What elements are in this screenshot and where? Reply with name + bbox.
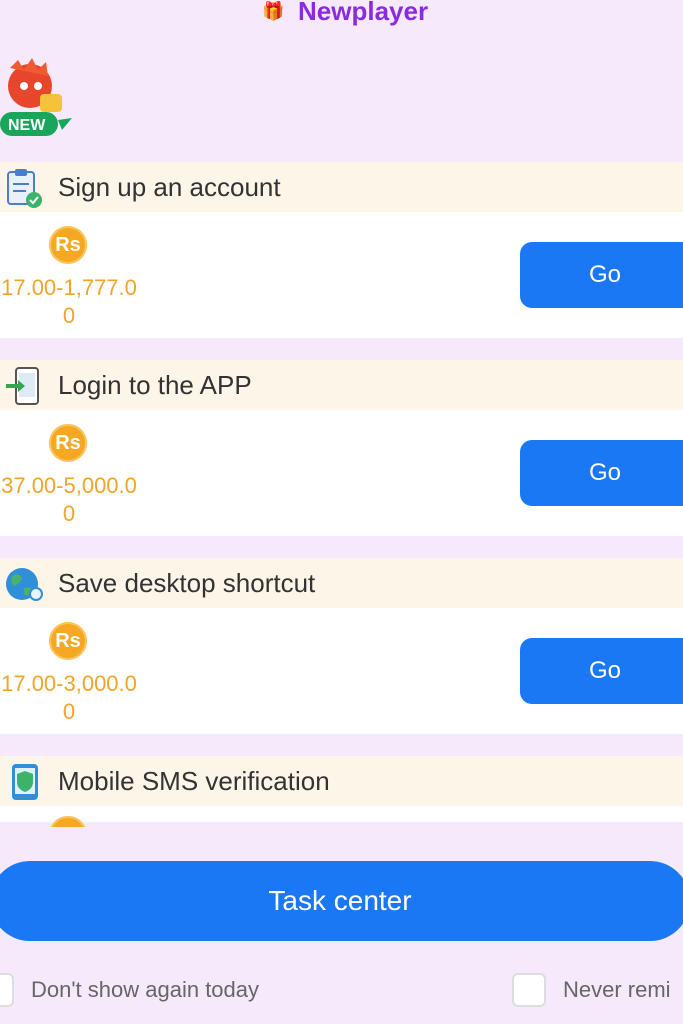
rupee-coin-icon: Rs bbox=[49, 226, 87, 264]
task-body: Rs bbox=[0, 806, 683, 827]
go-button[interactable]: Go bbox=[520, 242, 683, 308]
task-body: Rs 37.00-5,000.00 Go bbox=[0, 410, 683, 536]
task-item: Save desktop shortcut Rs 17.00-3,000.00 … bbox=[0, 558, 683, 734]
globe-icon bbox=[6, 568, 43, 601]
phone-login-icon bbox=[6, 367, 39, 405]
task-name: Save desktop shortcut bbox=[58, 568, 316, 598]
rupee-coin-icon: Rs bbox=[49, 424, 87, 462]
task-body: Rs 17.00-1,777.00 Go bbox=[0, 212, 683, 338]
rupee-coin-icon: Rs bbox=[49, 622, 87, 660]
task-name: Login to the APP bbox=[58, 370, 252, 400]
task-item: Login to the APP Rs 37.00-5,000.00 Go bbox=[0, 360, 683, 536]
dont-show-checkbox[interactable] bbox=[0, 973, 14, 1007]
shield-phone-icon bbox=[12, 764, 38, 800]
task-header: Mobile SMS verification bbox=[0, 756, 683, 806]
popup-header: 🎁 Newplayer bbox=[0, 0, 683, 30]
go-button[interactable]: Go bbox=[520, 440, 683, 506]
new-player-badge: NEW bbox=[0, 58, 76, 138]
task-item: Mobile SMS verification Rs bbox=[0, 756, 683, 827]
go-button[interactable]: Go bbox=[520, 638, 683, 704]
task-item: Sign up an account Rs 17.00-1,777.00 Go bbox=[0, 162, 683, 338]
newplayer-popup: 🎁 Newplayer NEW Sign up an account Rs 17… bbox=[0, 0, 683, 1024]
task-header: Save desktop shortcut bbox=[0, 558, 683, 608]
task-list[interactable]: Sign up an account Rs 17.00-1,777.00 Go … bbox=[0, 162, 683, 827]
new-badge-text: NEW bbox=[8, 117, 46, 134]
never-remind-label: Never remi bbox=[563, 977, 671, 1002]
reward-amount: 37.00-5,000.00 bbox=[1, 473, 137, 526]
mascot-icon: NEW bbox=[0, 58, 72, 136]
clipboard-check-icon bbox=[7, 169, 42, 208]
task-name: Sign up an account bbox=[58, 172, 281, 202]
popup-title: Newplayer bbox=[298, 0, 429, 26]
task-header: Login to the APP bbox=[0, 360, 683, 410]
rupee-coin-icon: Rs bbox=[49, 816, 87, 827]
task-header: Sign up an account bbox=[0, 162, 683, 212]
reward-amount: 17.00-1,777.00 bbox=[1, 275, 137, 328]
task-body: Rs 17.00-3,000.00 Go bbox=[0, 608, 683, 734]
reminder-options: Don't show again today Never remi bbox=[0, 970, 683, 1010]
reward-amount: 17.00-3,000.00 bbox=[1, 671, 137, 724]
gift-icon: 🎁 bbox=[262, 1, 285, 21]
dont-show-label: Don't show again today bbox=[31, 977, 260, 1002]
task-name: Mobile SMS verification bbox=[58, 766, 330, 796]
never-remind-checkbox[interactable] bbox=[512, 973, 546, 1007]
task-center-button[interactable]: Task center bbox=[0, 861, 683, 941]
